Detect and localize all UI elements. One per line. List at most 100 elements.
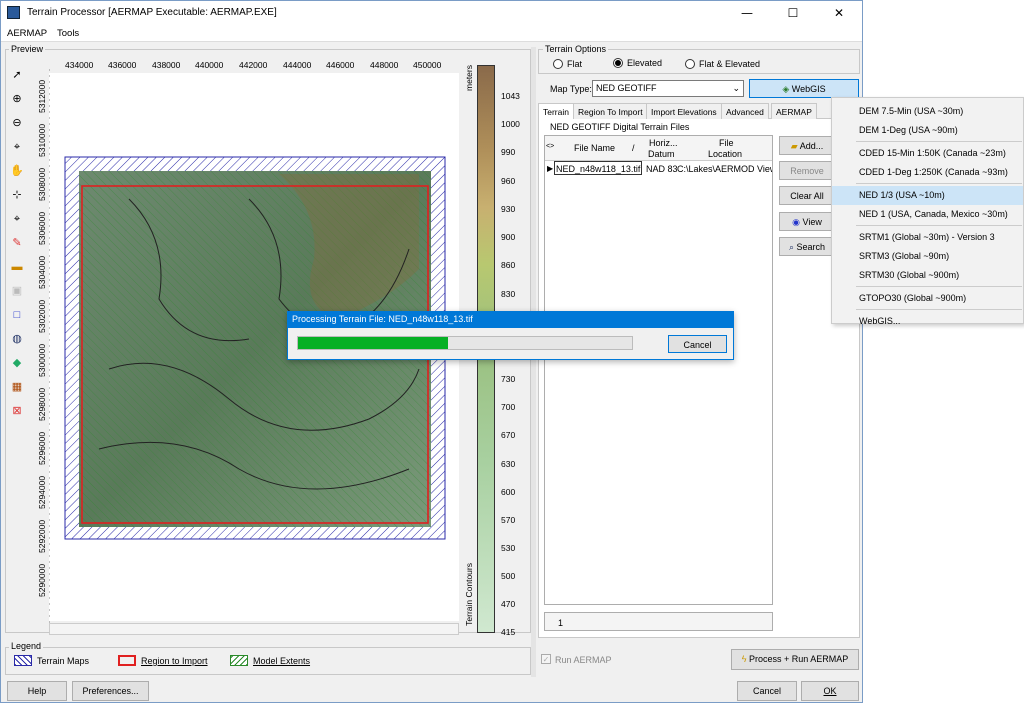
pan-icon[interactable]: ✋ [9,163,25,179]
folder-icon: ▰ [790,141,800,151]
menu-aermap[interactable]: AERMAP [7,28,47,39]
dropdown-item[interactable]: SRTM30 (Global ~900m) [832,266,1023,285]
x-tick: 440000 [195,60,224,70]
select-region-icon[interactable]: □ [9,307,25,323]
dropdown-item[interactable]: WebGIS... [832,312,1023,331]
progress-fill [298,337,449,349]
layers-icon[interactable]: ▣ [9,283,25,299]
elevated-radio[interactable] [613,58,623,68]
scale-tick: 830 [501,289,516,299]
progress-title: Processing Terrain File: NED_n48w118_13.… [288,312,733,328]
scale-tick: 960 [501,176,516,186]
y-tick: 5304000 [37,255,47,289]
delete-region-icon[interactable]: ⊠ [9,403,25,419]
menu-tools[interactable]: Tools [57,28,79,39]
clear-all-button[interactable]: Clear All [779,186,835,205]
ok-button[interactable]: OK [801,681,859,701]
map-type-value: NED GEOTIFF [596,83,657,93]
remove-button[interactable]: Remove [779,161,835,180]
run-aermap-label: Run AERMAP [555,655,612,665]
scale-tick: 1000 [501,119,520,129]
progress-cancel-button[interactable]: Cancel [668,335,727,353]
dropdown-item[interactable]: CDED 1-Deg 1:250K (Canada ~93m) [832,163,1023,182]
process-label: Process + Run AERMAP [748,654,849,664]
pointer-icon[interactable]: ➚ [9,67,25,83]
dropdown-separator [856,286,1022,287]
dropdown-item[interactable]: DEM 7.5-Min (USA ~30m) [832,102,1023,121]
y-tick: 5290000 [37,563,47,597]
minimize-button[interactable]: — [724,1,770,25]
marker-icon[interactable]: ✎ [9,235,25,251]
ruler-icon[interactable]: ▬ [9,259,25,275]
dropdown-item[interactable]: SRTM1 (Global ~30m) - Version 3 [832,228,1023,247]
legend-region: Region to Import [141,656,208,666]
dropdown-item[interactable]: DEM 1-Deg (USA ~90m) [832,121,1023,140]
splitter[interactable] [531,47,536,677]
terrain-layer-icon[interactable]: ◆ [9,355,25,371]
add-button[interactable]: ▰ Add... [779,136,835,155]
x-tick: 448000 [370,60,399,70]
row-datum: NAD 83 [646,164,678,174]
process-run-button[interactable]: ϟ Process + Run AERMAP [731,649,859,670]
dropdown-item[interactable]: NED 1 (USA, Canada, Mexico ~30m) [832,205,1023,224]
row-file-name: NED_n48w118_13.tif [556,164,641,174]
preferences-button[interactable]: Preferences... [72,681,149,701]
flat-elevated-radio[interactable] [685,59,695,69]
cancel-button[interactable]: Cancel [737,681,797,701]
preview-label: Preview [9,44,46,54]
tab-region-to-import[interactable]: Region To Import [573,103,648,119]
map-type-select[interactable]: NED GEOTIFF ⌄ [592,80,744,97]
terrain-options-title: Terrain Options [543,44,609,54]
help-button[interactable]: Help [7,681,67,701]
header-location-1[interactable]: File [719,138,734,148]
scale-tick: 860 [501,260,516,270]
dropdown-item[interactable]: CDED 15-Min 1:50K (Canada ~23m) [832,144,1023,163]
close-button[interactable]: ✕ [816,1,862,25]
scale-tick: 1043 [501,91,520,101]
header-datum-1[interactable]: Horiz... [649,138,678,148]
zoom-region-icon[interactable]: ⌖ [9,211,25,227]
tab-terrain[interactable]: Terrain [538,103,574,119]
tab-import-elevations[interactable]: Import Elevations [646,103,722,119]
tab-aermap[interactable]: AERMAP [771,103,817,119]
files-group-title: NED GEOTIFF Digital Terrain Files [548,122,692,132]
center-icon[interactable]: ⌖ [9,139,25,155]
menu-bar: AERMAP Tools [1,25,862,42]
zoom-out-icon[interactable]: ⊖ [9,115,25,131]
zoom-in-icon[interactable]: ⊕ [9,91,25,107]
scale-tick: 600 [501,487,516,497]
y-tick: 5306000 [37,211,47,245]
tab-advanced[interactable]: Advanced [721,103,769,119]
legend-terrain-maps: Terrain Maps [37,656,90,666]
webgis-button[interactable]: ◈ WebGIS [749,79,859,98]
terrain-maps-swatch [14,655,32,666]
horizontal-scrollbar[interactable] [49,623,459,635]
scale-tick: 700 [501,402,516,412]
map-type-label: Map Type: [550,84,592,94]
view-button[interactable]: ◉ View [779,212,835,231]
units-label: meters [464,65,474,91]
search-icon: ⌕ [788,242,797,252]
scale-tick: 730 [501,374,516,384]
y-tick: 5292000 [37,519,47,553]
dropdown-item[interactable]: GTOPO30 (Global ~900m) [832,289,1023,308]
webgis-label: WebGIS [791,84,826,94]
maximize-button[interactable]: ☐ [770,1,816,25]
zoom-extents-icon[interactable]: ⊹ [9,187,25,203]
dropdown-item[interactable]: NED 1/3 (USA ~10m) [832,186,1023,205]
search-button[interactable]: ⌕ Search [779,237,835,256]
region-swatch [118,655,136,666]
row-indicator-icon: ▶ [547,164,554,173]
header-file-name[interactable]: File Name [574,143,615,153]
dropdown-separator [856,183,1022,184]
y-tick: 5294000 [37,475,47,509]
run-aermap-checkbox[interactable]: ✓ [541,654,551,664]
globe-icon[interactable]: ◍ [9,331,25,347]
dropdown-separator [856,141,1022,142]
flat-radio[interactable] [553,59,563,69]
grid-icon[interactable]: ▦ [9,379,25,395]
dropdown-item[interactable]: SRTM3 (Global ~90m) [832,247,1023,266]
legend-model-extents: Model Extents [253,656,311,666]
scale-tick: 670 [501,430,516,440]
x-tick: 434000 [65,60,94,70]
